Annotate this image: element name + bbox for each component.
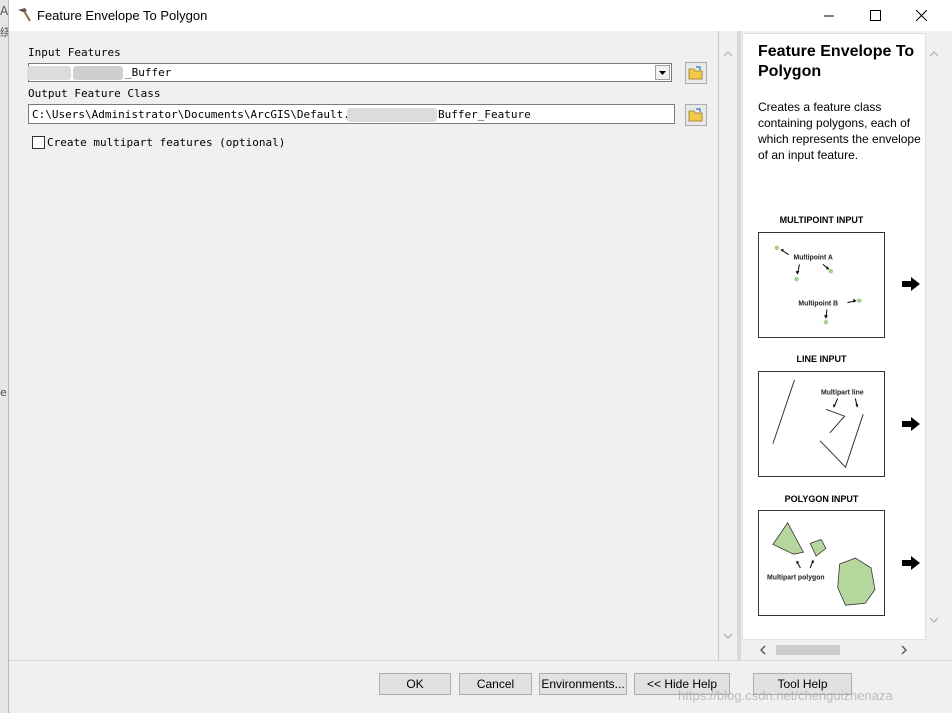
scrollbar-thumb[interactable] (776, 645, 840, 655)
section-label-line: LINE INPUT (796, 354, 847, 364)
maximize-button[interactable] (852, 0, 898, 31)
output-path-prefix: C:\Users\Administrator\Documents\ArcGIS\… (32, 108, 377, 121)
section-label-polygon: POLYGON INPUT (784, 494, 859, 504)
parameters-pane: Input Features _Buffer Output Feature Cl… (9, 31, 719, 660)
input-features-label: Input Features (28, 46, 121, 59)
multipart-polygon-label: Multipart polygon (767, 575, 825, 582)
section-label-multipoint: MULTIPOINT INPUT (779, 215, 864, 225)
button-bar: OK Cancel Environments... << Hide Help T… (9, 660, 952, 713)
cancel-button[interactable]: Cancel (459, 673, 532, 695)
help-vertical-scrollbar[interactable] (926, 33, 943, 640)
redacted-text (347, 108, 437, 122)
chevron-right-icon[interactable] (899, 645, 909, 655)
arrow-right-icon (902, 417, 920, 431)
redacted-text (27, 66, 71, 80)
chevron-down-icon[interactable] (929, 615, 939, 625)
output-feature-class-field[interactable]: C:\Users\Administrator\Documents\ArcGIS\… (28, 104, 675, 124)
line-diagram: Multipart line (758, 371, 885, 477)
help-splitter[interactable] (737, 31, 741, 660)
chevron-up-icon[interactable] (929, 49, 939, 59)
output-feature-class-label: Output Feature Class (28, 87, 161, 100)
input-features-combobox[interactable]: _Buffer (27, 63, 672, 82)
multipoint-diagram: Multipoint A Multipoint B (758, 232, 885, 338)
output-path-suffix: Buffer_Feature (438, 108, 531, 121)
help-description: Creates a feature class containing polyg… (758, 100, 921, 162)
browse-input-button[interactable] (685, 62, 707, 84)
minimize-icon (823, 15, 834, 17)
input-features-value: _Buffer (125, 66, 172, 79)
background-window-strip: A 绕 e (0, 0, 9, 713)
polygon-diagram: Multipart polygon (758, 510, 885, 616)
multipoint-a-label: Multipoint A (794, 254, 833, 261)
multipart-checkbox[interactable] (32, 136, 45, 149)
multipart-line-label: Multipart line (821, 390, 864, 397)
chevron-left-icon[interactable] (758, 645, 768, 655)
watermark: https://blog.csdn.net/chenguizhenaza (678, 688, 893, 703)
environments-button[interactable]: Environments... (539, 673, 627, 695)
parameters-scrollbar[interactable] (719, 31, 737, 660)
help-title: Feature Envelope To Polygon (758, 43, 915, 80)
background-text: 绕 (0, 26, 8, 39)
dropdown-button[interactable] (655, 65, 670, 80)
ok-button[interactable]: OK (379, 673, 451, 695)
background-text: e (0, 386, 7, 399)
background-text: A (0, 4, 8, 18)
maximize-icon (869, 10, 881, 21)
minimize-button[interactable] (806, 0, 852, 31)
multipoint-b-label: Multipoint B (798, 301, 838, 308)
chevron-up-icon[interactable] (723, 49, 733, 59)
help-panel: Feature Envelope To Polygon Creates a fe… (742, 33, 926, 640)
chevron-down-icon (659, 70, 666, 75)
help-horizontal-scrollbar[interactable] (742, 640, 926, 660)
close-button[interactable] (898, 0, 944, 31)
chevron-down-icon[interactable] (723, 631, 733, 641)
arrow-right-icon (902, 277, 920, 291)
window-title: Feature Envelope To Polygon (37, 8, 208, 23)
hammer-icon (18, 8, 31, 22)
open-folder-icon (688, 66, 703, 80)
browse-output-button[interactable] (685, 104, 707, 126)
close-icon (915, 10, 927, 21)
multipart-checkbox-label[interactable]: Create multipart features (optional) (47, 136, 285, 149)
redacted-text (73, 66, 123, 80)
arrow-right-icon (902, 556, 920, 570)
open-folder-icon (688, 108, 703, 122)
title-bar: Feature Envelope To Polygon (9, 0, 952, 31)
